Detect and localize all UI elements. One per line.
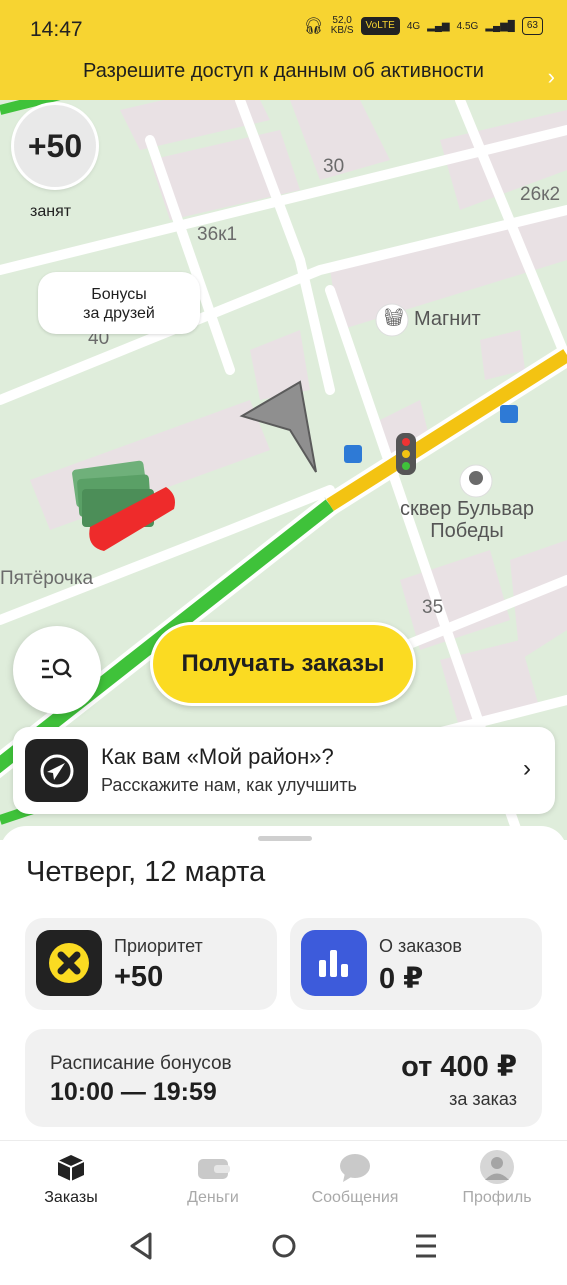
- tab-messages[interactable]: Сообщения: [284, 1141, 426, 1225]
- avatar-icon: [480, 1150, 514, 1184]
- chevron-right-icon[interactable]: ›: [548, 64, 555, 90]
- schedule-per: за заказ: [449, 1089, 517, 1109]
- signal-bars-icon: ▂▄▆: [427, 20, 450, 32]
- headphones-icon: 🎧︎: [303, 18, 324, 35]
- bottom-sheet: Четверг, 12 марта Приоритет +50 О заказо…: [0, 826, 567, 1280]
- signal-bars-icon-2: ▂▄▆█: [485, 20, 515, 32]
- signal-2: 4.5G: [456, 20, 479, 32]
- priority-icon: [36, 930, 102, 996]
- system-navigation-bar: [0, 1224, 567, 1280]
- tab-orders[interactable]: Заказы: [0, 1141, 142, 1225]
- get-orders-button[interactable]: Получать заказы: [150, 622, 416, 706]
- menu-icon[interactable]: [416, 1234, 436, 1258]
- bonus-friends-text: Бонусы за друзей: [83, 286, 155, 322]
- tab-label: Заказы: [44, 1189, 98, 1206]
- permission-banner-text[interactable]: Разрешите доступ к данным об активности: [0, 58, 567, 98]
- district-card-title: Как вам «Мой район»?: [101, 744, 334, 769]
- top-bar: 14:47 🎧︎ 52,0 KB/S VoLTE 4G ▂▄▆ 4.5G ▂▄▆…: [0, 0, 567, 100]
- district-card-subtitle: Расскажите нам, как улучшить: [101, 775, 357, 795]
- basket-icon: 🧺︎: [383, 308, 405, 327]
- tab-label: Профиль: [462, 1189, 532, 1206]
- back-icon[interactable]: [130, 1232, 152, 1260]
- status-icons: 🎧︎ 52,0 KB/S VoLTE 4G ▂▄▆ 4.5G ▂▄▆█ 63: [303, 16, 543, 36]
- orders-tile[interactable]: О заказов 0 ₽: [290, 918, 542, 1010]
- priority-value: +50: [114, 961, 164, 993]
- order-search-button[interactable]: [13, 626, 101, 714]
- house-number: 36к1: [197, 224, 238, 245]
- poi-magnit[interactable]: Магнит: [414, 308, 481, 331]
- poi-park[interactable]: сквер Бульвар Победы: [400, 498, 534, 542]
- orders-label: О заказов: [379, 936, 462, 956]
- chat-icon: [340, 1154, 370, 1182]
- my-district-card[interactable]: Как вам «Мой район»? Расскажите нам, как…: [13, 727, 555, 814]
- money-bonus-icon[interactable]: [70, 455, 180, 555]
- battery-indicator: 63: [521, 17, 543, 35]
- wallet-icon: [198, 1159, 230, 1179]
- schedule-label: Расписание бонусов: [50, 1053, 232, 1074]
- poi-pyaterochka[interactable]: Пятёрочка: [0, 568, 93, 590]
- status-time: 14:47: [30, 18, 83, 41]
- priority-badge[interactable]: +50: [14, 105, 96, 187]
- busy-status[interactable]: занят: [30, 203, 71, 221]
- tab-label: Деньги: [187, 1189, 239, 1206]
- navigation-icon: [25, 739, 88, 802]
- status-bar: 14:47 🎧︎ 52,0 KB/S VoLTE 4G ▂▄▆ 4.5G ▂▄▆…: [0, 0, 567, 56]
- priority-tile[interactable]: Приоритет +50: [25, 918, 277, 1010]
- priority-label: Приоритет: [114, 936, 203, 956]
- tab-bar: Заказы Деньги Сообщения Профиль: [0, 1140, 567, 1225]
- house-number: 30: [323, 156, 345, 177]
- tab-profile[interactable]: Профиль: [426, 1141, 567, 1225]
- bonus-schedule-card[interactable]: Расписание бонусов 10:00 — 19:59 от 400 …: [25, 1029, 542, 1127]
- tab-money[interactable]: Деньги: [142, 1141, 284, 1225]
- chevron-right-icon: ›: [523, 755, 531, 782]
- box-icon: [57, 1155, 85, 1181]
- volte-badge: VoLTE: [360, 17, 400, 35]
- house-number: 26к2: [520, 184, 561, 205]
- signal-1: 4G: [406, 20, 421, 32]
- current-date: Четверг, 12 марта: [26, 856, 266, 888]
- bar-chart-icon: [301, 930, 367, 996]
- home-icon[interactable]: [272, 1234, 296, 1258]
- schedule-amount: от 400 ₽: [401, 1051, 517, 1083]
- network-speed: 52,0 KB/S: [330, 15, 354, 36]
- tab-label: Сообщения: [311, 1189, 399, 1206]
- sheet-handle[interactable]: [258, 836, 312, 841]
- list-search-icon: [42, 658, 72, 679]
- schedule-time: 10:00 — 19:59: [50, 1078, 217, 1106]
- orders-value: 0 ₽: [379, 963, 424, 995]
- house-number: 35: [422, 597, 444, 618]
- bonus-friends-bubble[interactable]: Бонусы за друзей: [38, 272, 200, 334]
